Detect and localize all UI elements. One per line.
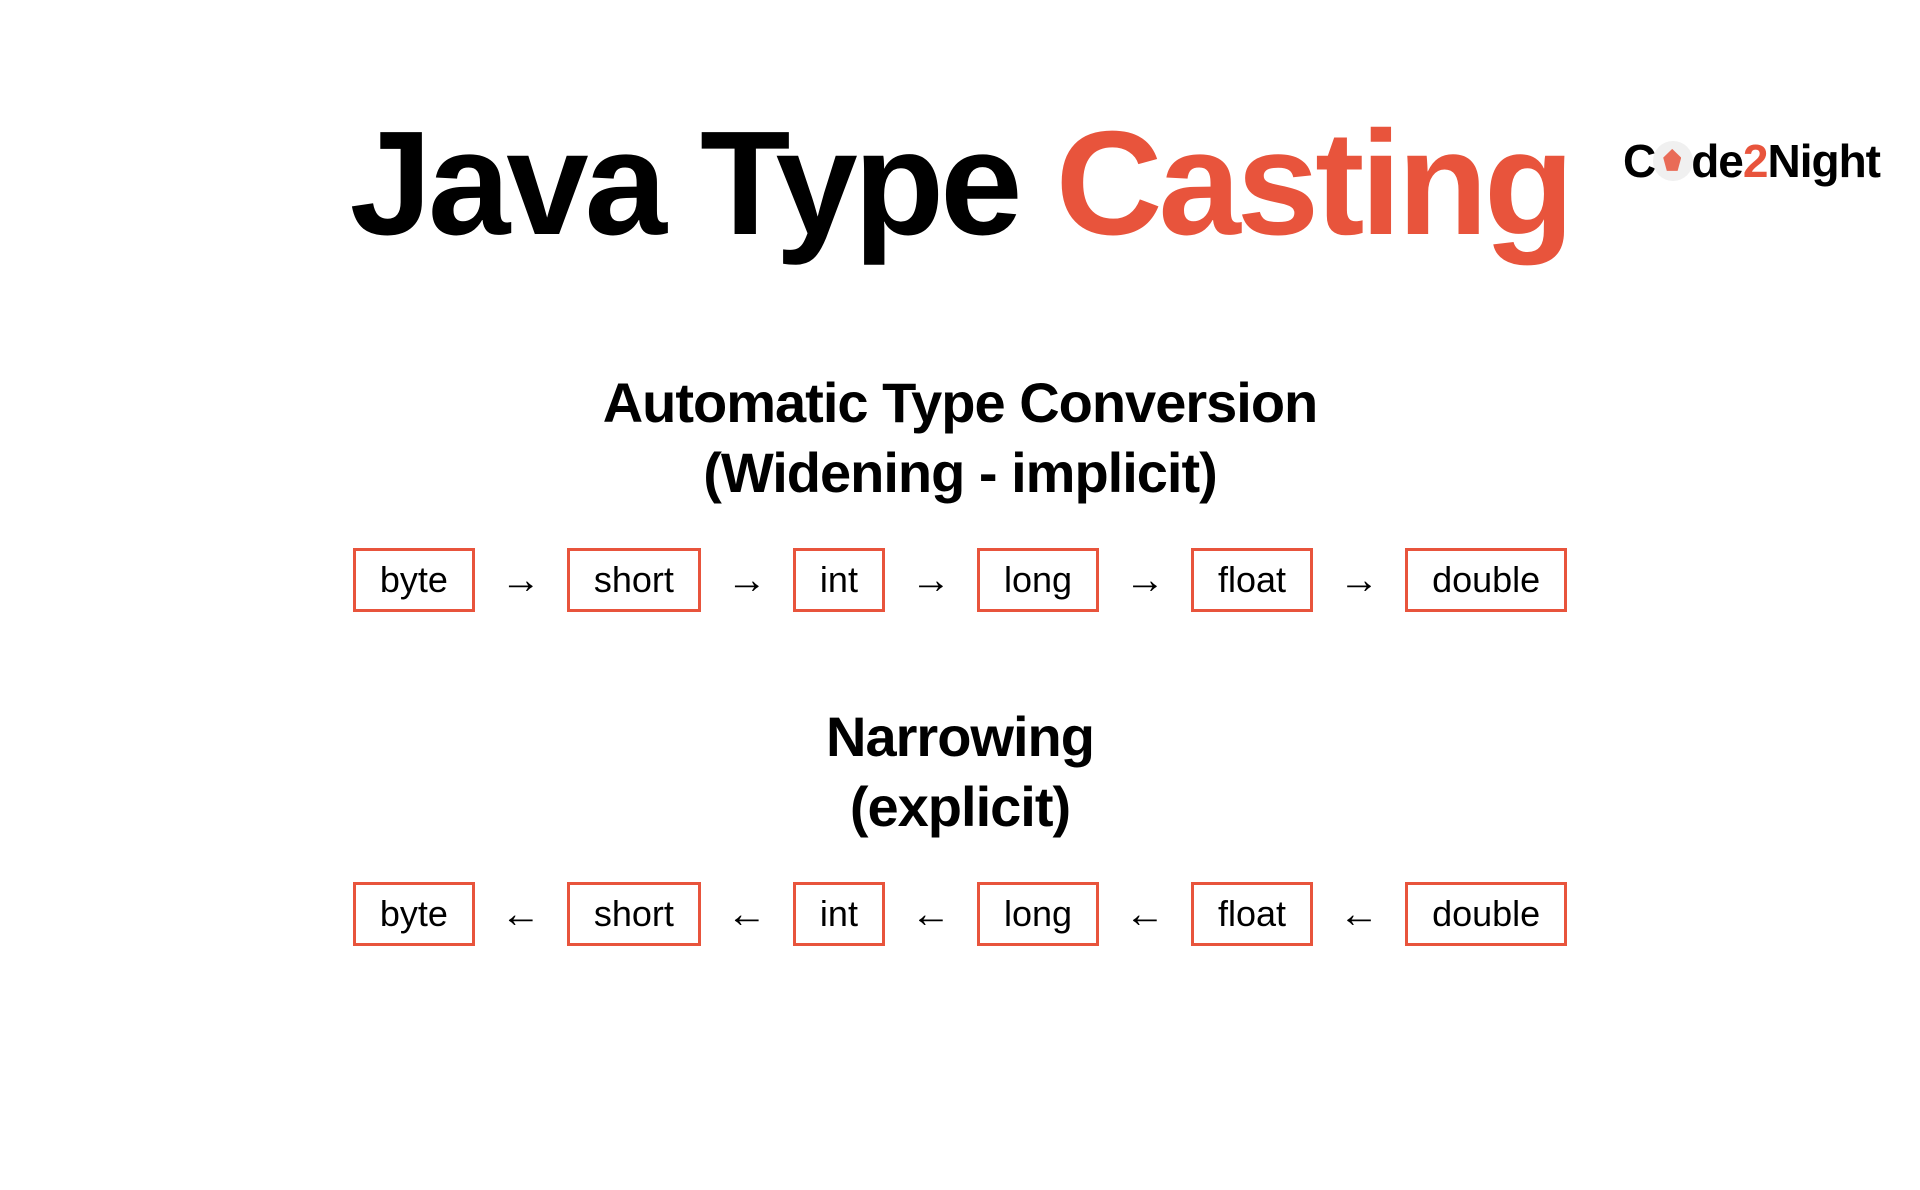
type-box: short xyxy=(567,882,701,946)
arrow-left-icon: ← xyxy=(911,894,951,934)
logo-text-de: de xyxy=(1691,135,1743,187)
widening-flow: byte → short → int → long → float → doub… xyxy=(0,548,1920,612)
type-box: byte xyxy=(353,548,475,612)
type-box: double xyxy=(1405,548,1567,612)
narrowing-flow: byte ← short ← int ← long ← float ← doub… xyxy=(0,882,1920,946)
logo-text-2: 2 xyxy=(1743,135,1768,187)
arrow-right-icon: → xyxy=(1339,560,1379,600)
logo-text-c: C xyxy=(1623,135,1655,187)
widening-heading-line1: Automatic Type Conversion xyxy=(0,368,1920,438)
narrowing-section: Narrowing (explicit) byte ← short ← int … xyxy=(0,702,1920,946)
narrowing-heading: Narrowing (explicit) xyxy=(0,702,1920,842)
widening-heading-line2: (Widening - implicit) xyxy=(0,438,1920,508)
title-part1: Java Type xyxy=(350,101,1056,266)
arrow-right-icon: → xyxy=(501,560,541,600)
arrow-right-icon: → xyxy=(1125,560,1165,600)
arrow-left-icon: ← xyxy=(727,894,767,934)
arrow-left-icon: ← xyxy=(1125,894,1165,934)
arrow-right-icon: → xyxy=(911,560,951,600)
type-box: float xyxy=(1191,882,1313,946)
widening-heading: Automatic Type Conversion (Widening - im… xyxy=(0,368,1920,508)
narrowing-heading-line1: Narrowing xyxy=(0,702,1920,772)
type-box: byte xyxy=(353,882,475,946)
type-box: double xyxy=(1405,882,1567,946)
title-part2: Casting xyxy=(1056,101,1571,266)
type-box: int xyxy=(793,548,885,612)
logo-text-night: Night xyxy=(1767,135,1880,187)
brand-logo: Cde2Night xyxy=(1623,134,1880,188)
arrow-left-icon: ← xyxy=(1339,894,1379,934)
type-box: int xyxy=(793,882,885,946)
narrowing-heading-line2: (explicit) xyxy=(0,772,1920,842)
type-box: float xyxy=(1191,548,1313,612)
type-box: long xyxy=(977,548,1099,612)
type-box: short xyxy=(567,548,701,612)
arrow-right-icon: → xyxy=(727,560,767,600)
logo-icon xyxy=(1653,141,1693,181)
type-box: long xyxy=(977,882,1099,946)
arrow-left-icon: ← xyxy=(501,894,541,934)
widening-section: Automatic Type Conversion (Widening - im… xyxy=(0,368,1920,612)
